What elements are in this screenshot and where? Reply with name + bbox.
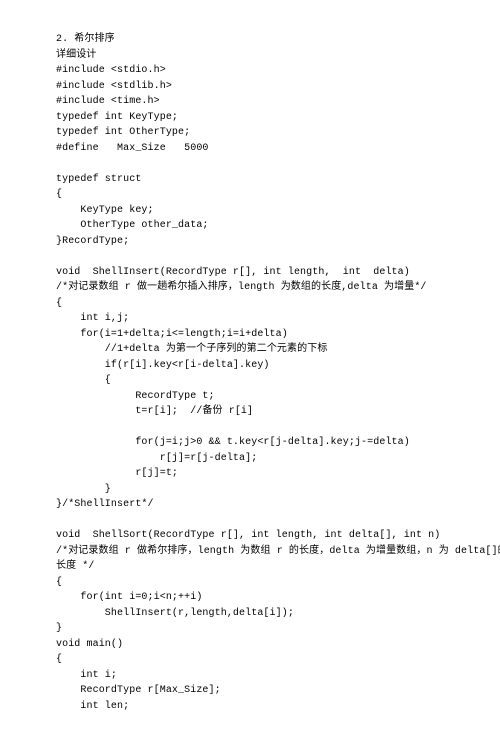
code-line: #include <stdio.h> — [56, 65, 166, 76]
code-line: for(int i=0;i<n;++i) — [56, 592, 202, 603]
code-line: //1+delta 为第一个子序列的第二个元素的下标 — [56, 344, 327, 355]
code-line: int i,j; — [56, 313, 129, 324]
code-line: t=r[i]; //备份 r[i] — [56, 406, 253, 417]
code-line: /*对记录数组 r 做一趟希尔插入排序，length 为数组的长度,delta … — [56, 282, 427, 293]
code-line: int len; — [56, 701, 129, 712]
code-line: /*对记录数组 r 做希尔排序，length 为数组 r 的长度，delta 为… — [56, 546, 500, 557]
code-line: void ShellInsert(RecordType r[], int len… — [56, 267, 410, 278]
code-line: } — [56, 484, 111, 495]
code-line: 长度 */ — [56, 561, 95, 572]
code-line: 详细设计 — [56, 50, 96, 61]
code-line: } — [56, 623, 62, 634]
code-line: { — [56, 654, 62, 665]
code-line: #include <stdlib.h> — [56, 81, 172, 92]
code-line: r[j]=t; — [56, 468, 178, 479]
code-line: { — [56, 298, 62, 309]
code-line: for(i=1+delta;i<=length;i=i+delta) — [56, 329, 288, 340]
code-line: typedef int KeyType; — [56, 112, 178, 123]
code-line: r[j]=r[j-delta]; — [56, 453, 257, 464]
code-line: void main() — [56, 639, 123, 650]
code-line: #define Max_Size 5000 — [56, 143, 209, 154]
code-line: { — [56, 189, 62, 200]
code-line: RecordType r[Max_Size]; — [56, 685, 221, 696]
code-line: ShellInsert(r,length,delta[i]); — [56, 608, 294, 619]
code-document: 2. 希尔排序 详细设计 #include <stdio.h> #include… — [0, 0, 500, 746]
code-line: 2. 希尔排序 — [56, 34, 115, 45]
code-line: #include <time.h> — [56, 96, 160, 107]
code-line: RecordType t; — [56, 391, 215, 402]
code-line: }RecordType; — [56, 236, 129, 247]
code-line: { — [56, 577, 62, 588]
code-line: }/*ShellInsert*/ — [56, 499, 154, 510]
code-line: KeyType key; — [56, 205, 154, 216]
code-line: void ShellSort(RecordType r[], int lengt… — [56, 530, 440, 541]
code-line: typedef int OtherType; — [56, 127, 190, 138]
code-line: { — [56, 375, 111, 386]
code-line: typedef struct — [56, 174, 141, 185]
code-line: int i; — [56, 670, 117, 681]
code-line: for(j=i;j>0 && t.key<r[j-delta].key;j-=d… — [56, 437, 410, 448]
code-line: if(r[i].key<r[i-delta].key) — [56, 360, 270, 371]
code-line: OtherType other_data; — [56, 220, 209, 231]
